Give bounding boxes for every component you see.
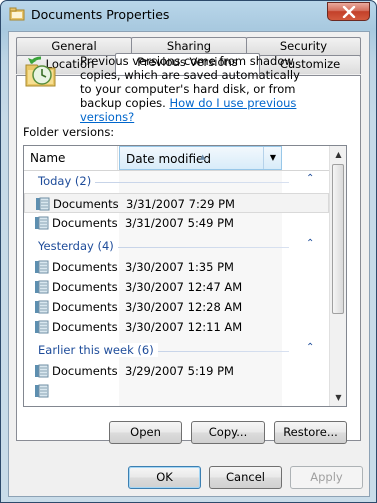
ok-button[interactable]: OK — [128, 466, 201, 489]
list-header: Name Date modified ▲ ▼ — [24, 146, 329, 171]
column-header-date-label: Date modified — [126, 152, 212, 166]
copy-button[interactable]: Copy... — [191, 421, 265, 444]
list-item[interactable]: Documents 3/30/2007 12:47 AM — [24, 277, 329, 297]
open-button-label: Open — [130, 425, 161, 439]
cancel-button-label: Cancel — [226, 470, 265, 484]
item-date: 3/30/2007 1:35 PM — [125, 260, 234, 274]
column-header-date[interactable]: Date modified ▲ ▼ — [119, 146, 282, 170]
group-label: Today (2) — [38, 174, 96, 188]
close-button[interactable] — [327, 2, 370, 21]
info-text: Previous versions come from shadow copie… — [80, 54, 312, 124]
scroll-down-icon[interactable]: ▼ — [330, 389, 346, 406]
list-item[interactable]: Documents 3/30/2007 12:11 AM — [24, 317, 329, 337]
collapse-chevron-icon[interactable]: ⌃ — [306, 342, 314, 353]
group-label: Yesterday (4) — [38, 239, 118, 253]
column-dropdown-icon[interactable]: ▼ — [263, 147, 282, 169]
window-title: Documents Properties — [31, 7, 170, 22]
item-name: Documents — [52, 300, 118, 314]
item-date: 3/31/2007 7:29 PM — [126, 197, 235, 211]
close-icon — [342, 6, 356, 18]
item-name: Documents — [52, 320, 118, 334]
restore-folder-icon — [23, 55, 59, 91]
item-name: Documents — [52, 364, 118, 378]
folder-icon — [34, 280, 49, 294]
group-header[interactable]: Today (2) ⌃ — [24, 172, 329, 192]
item-date: 3/30/2007 12:11 AM — [125, 320, 243, 334]
list-item[interactable]: Documents 3/30/2007 12:28 AM — [24, 297, 329, 317]
restore-button-label: Restore... — [283, 425, 338, 439]
list-item[interactable]: Documents 3/29/2007 5:19 PM — [24, 361, 329, 381]
cancel-button[interactable]: Cancel — [209, 466, 282, 489]
folder-versions-label: Folder versions: — [23, 125, 115, 139]
restore-button[interactable]: Restore... — [274, 421, 347, 444]
group-header[interactable]: Yesterday (4) ⌃ — [24, 237, 329, 257]
properties-window: Documents Properties General Sharing Sec… — [0, 0, 377, 503]
column-header-name[interactable]: Name — [24, 146, 118, 170]
list-item[interactable]: Documents 3/31/2007 7:29 PM — [24, 193, 329, 213]
group-label: Earlier this week (6) — [38, 343, 158, 357]
scroll-thumb[interactable] — [332, 164, 344, 314]
versions-list[interactable]: Name Date modified ▲ ▼ Today (2) ⌃ Docum… — [23, 145, 347, 407]
vertical-scrollbar[interactable]: ▲ ▼ — [329, 146, 346, 406]
apply-button-label: Apply — [310, 470, 343, 484]
group-divider — [94, 182, 289, 183]
collapse-chevron-icon[interactable]: ⌃ — [306, 173, 314, 184]
ok-button-label: OK — [156, 470, 173, 484]
item-date: 3/30/2007 12:47 AM — [125, 280, 243, 294]
folder-properties-icon — [9, 6, 25, 22]
item-date: 3/30/2007 12:28 AM — [125, 300, 243, 314]
list-item[interactable]: Documents 3/30/2007 1:35 PM — [24, 257, 329, 277]
group-divider — [154, 351, 289, 352]
title-bar[interactable]: Documents Properties — [1, 1, 376, 29]
item-date: 3/29/2007 5:19 PM — [125, 364, 234, 378]
item-name: Documents — [52, 280, 118, 294]
group-header[interactable]: Earlier this week (6) ⌃ — [24, 341, 329, 361]
collapse-chevron-icon[interactable]: ⌃ — [306, 238, 314, 249]
group-divider — [114, 247, 289, 248]
item-name: Documents — [52, 260, 118, 274]
folder-icon — [34, 364, 49, 378]
folder-icon — [35, 197, 50, 211]
list-item[interactable]: Documents 3/31/2007 5:49 PM — [24, 213, 329, 233]
folder-icon — [34, 384, 49, 398]
item-name: Documents — [53, 197, 119, 211]
scroll-up-icon[interactable]: ▲ — [330, 146, 346, 163]
folder-icon — [34, 216, 49, 230]
sort-ascending-icon: ▲ — [200, 153, 206, 161]
copy-button-label: Copy... — [208, 425, 248, 439]
folder-icon — [34, 260, 49, 274]
folder-icon — [34, 320, 49, 334]
open-button[interactable]: Open — [109, 421, 182, 444]
item-date: 3/31/2007 5:49 PM — [125, 216, 234, 230]
list-item-partial[interactable] — [24, 381, 329, 403]
folder-icon — [34, 300, 49, 314]
item-name: Documents — [52, 216, 118, 230]
apply-button[interactable]: Apply — [290, 466, 363, 489]
